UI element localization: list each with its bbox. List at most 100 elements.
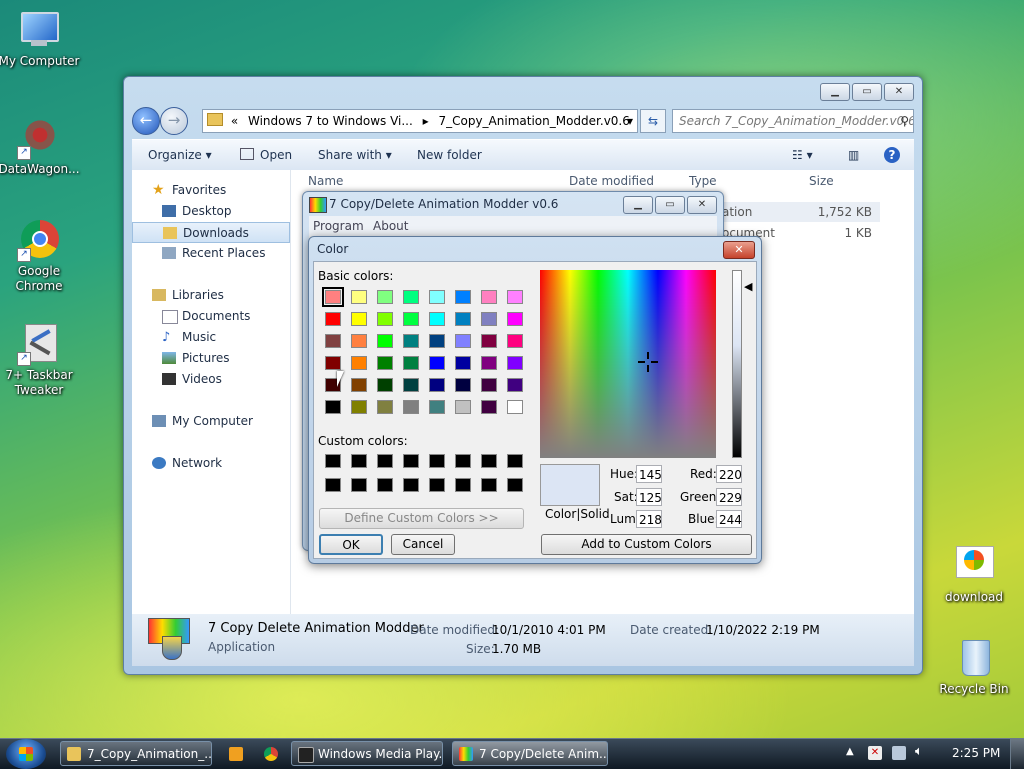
basic-color-swatch[interactable] [377, 378, 393, 392]
preview-pane-icon[interactable]: ▥ [848, 140, 859, 170]
breadcrumb-item[interactable]: Windows 7 to Windows Vi... [248, 114, 413, 128]
nav-favorites[interactable]: ★ Favorites [132, 180, 290, 201]
menu-program[interactable]: Program [313, 219, 364, 233]
nav-recent-places[interactable]: Recent Places [132, 243, 290, 264]
custom-color-swatch[interactable] [429, 478, 445, 492]
desktop-icon-download[interactable]: download [932, 544, 1016, 605]
custom-color-swatch[interactable] [455, 478, 471, 492]
basic-color-swatch[interactable] [351, 356, 367, 370]
nav-network[interactable]: Network [132, 453, 290, 474]
custom-color-swatch[interactable] [507, 454, 523, 468]
nav-pictures[interactable]: Pictures [132, 348, 290, 369]
nav-my-computer[interactable]: My Computer [132, 411, 290, 432]
maximize-button[interactable]: ▭ [852, 83, 882, 101]
custom-color-swatch[interactable] [455, 454, 471, 468]
hue-input[interactable]: 145 [636, 465, 662, 483]
custom-color-swatch[interactable] [403, 454, 419, 468]
forward-button[interactable]: → [160, 107, 188, 135]
address-bar[interactable]: « Windows 7 to Windows Vi... ▸ 7_Copy_An… [202, 109, 638, 133]
add-to-custom-colors-button[interactable]: Add to Custom Colors [541, 534, 752, 555]
basic-color-swatch[interactable] [377, 356, 393, 370]
blue-input[interactable]: 244 [716, 510, 742, 528]
basic-color-swatch[interactable] [455, 334, 471, 348]
action-center-icon[interactable]: ✕ [868, 746, 882, 760]
show-hidden-icons-icon[interactable]: ▲ [846, 746, 854, 757]
basic-color-swatch[interactable] [322, 287, 344, 307]
basic-color-swatch[interactable] [325, 356, 341, 370]
basic-color-swatch[interactable] [325, 312, 341, 326]
custom-color-swatch[interactable] [377, 454, 393, 468]
basic-color-swatch[interactable] [325, 334, 341, 348]
basic-color-swatch[interactable] [351, 334, 367, 348]
basic-color-swatch[interactable] [507, 356, 523, 370]
volume-icon[interactable]: 🔈︎ [915, 744, 923, 759]
breadcrumb-item[interactable]: 7_Copy_Animation_Modder.v0.6 [438, 114, 629, 128]
search-input[interactable]: Search 7_Copy_Animation_Modder.v0.6 ⚲ [672, 109, 914, 133]
clock[interactable]: 2:25 PM [952, 746, 1000, 760]
basic-color-swatch[interactable] [507, 334, 523, 348]
basic-color-swatch[interactable] [403, 334, 419, 348]
basic-color-swatch[interactable] [455, 400, 471, 414]
basic-color-swatch[interactable] [507, 312, 523, 326]
basic-color-swatch[interactable] [507, 400, 523, 414]
basic-color-swatch[interactable] [429, 356, 445, 370]
basic-color-swatch[interactable] [403, 290, 419, 304]
view-options-icon[interactable]: ☷ ▾ [792, 140, 813, 170]
custom-color-swatch[interactable] [403, 478, 419, 492]
desktop-icon-my-computer[interactable]: My Computer [0, 8, 81, 69]
close-button[interactable]: ✕ [723, 241, 755, 259]
basic-color-swatch[interactable] [507, 378, 523, 392]
custom-color-swatch[interactable] [507, 478, 523, 492]
nav-music[interactable]: ♪ Music [132, 327, 290, 348]
basic-color-swatch[interactable] [377, 290, 393, 304]
basic-color-swatch[interactable] [351, 290, 367, 304]
basic-color-swatch[interactable] [455, 356, 471, 370]
desktop-icon-datawagon[interactable]: ↗ DataWagon... [0, 116, 81, 177]
breadcrumb-overflow-icon[interactable]: « [231, 114, 238, 128]
close-button[interactable]: ✕ [687, 196, 717, 214]
basic-color-swatch[interactable] [481, 334, 497, 348]
new-folder-button[interactable]: New folder [417, 140, 482, 170]
red-input[interactable]: 220 [716, 465, 742, 483]
column-header-name[interactable]: Name [308, 170, 343, 192]
basic-color-swatch[interactable] [481, 290, 497, 304]
basic-color-swatch[interactable] [351, 312, 367, 326]
close-button[interactable]: ✕ [884, 83, 914, 101]
basic-color-swatch[interactable] [481, 312, 497, 326]
media-player-quicklaunch-icon[interactable] [229, 747, 243, 761]
taskbar-item-media-player[interactable]: Windows Media Play... [291, 741, 443, 766]
breadcrumb-separator-icon[interactable]: ▸ [423, 114, 429, 128]
ok-button[interactable]: OK [319, 534, 383, 555]
basic-color-swatch[interactable] [403, 400, 419, 414]
custom-color-swatch[interactable] [377, 478, 393, 492]
start-button[interactable] [6, 739, 46, 769]
basic-color-swatch[interactable] [403, 378, 419, 392]
chrome-quicklaunch-icon[interactable] [264, 747, 278, 761]
basic-color-swatch[interactable] [429, 400, 445, 414]
basic-color-swatch[interactable] [325, 400, 341, 414]
basic-color-swatch[interactable] [429, 378, 445, 392]
custom-color-swatch[interactable] [351, 454, 367, 468]
organize-button[interactable]: Organize ▾ [148, 140, 212, 170]
basic-color-swatch[interactable] [455, 312, 471, 326]
nav-videos[interactable]: Videos [132, 369, 290, 390]
desktop-icon-recycle-bin[interactable]: Recycle Bin [932, 636, 1016, 697]
column-header-size[interactable]: Size [809, 170, 834, 192]
network-tray-icon[interactable] [892, 746, 906, 760]
basic-color-swatch[interactable] [481, 378, 497, 392]
custom-color-swatch[interactable] [481, 454, 497, 468]
color-spectrum[interactable] [540, 270, 716, 458]
open-button[interactable]: Open [240, 140, 292, 170]
custom-color-swatch[interactable] [325, 454, 341, 468]
basic-color-swatch[interactable] [403, 356, 419, 370]
show-desktop-button[interactable] [1010, 739, 1024, 769]
basic-color-swatch[interactable] [377, 334, 393, 348]
basic-color-swatch[interactable] [481, 356, 497, 370]
custom-color-swatch[interactable] [429, 454, 445, 468]
column-header-type[interactable]: Type [689, 170, 717, 192]
nav-documents[interactable]: Documents [132, 306, 290, 327]
minimize-button[interactable]: ▁ [623, 196, 653, 214]
nav-downloads[interactable]: Downloads [132, 222, 290, 243]
basic-color-swatch[interactable] [429, 334, 445, 348]
desktop-icon-taskbar-tweaker[interactable]: ↗ 7+ Taskbar Tweaker [0, 322, 81, 398]
